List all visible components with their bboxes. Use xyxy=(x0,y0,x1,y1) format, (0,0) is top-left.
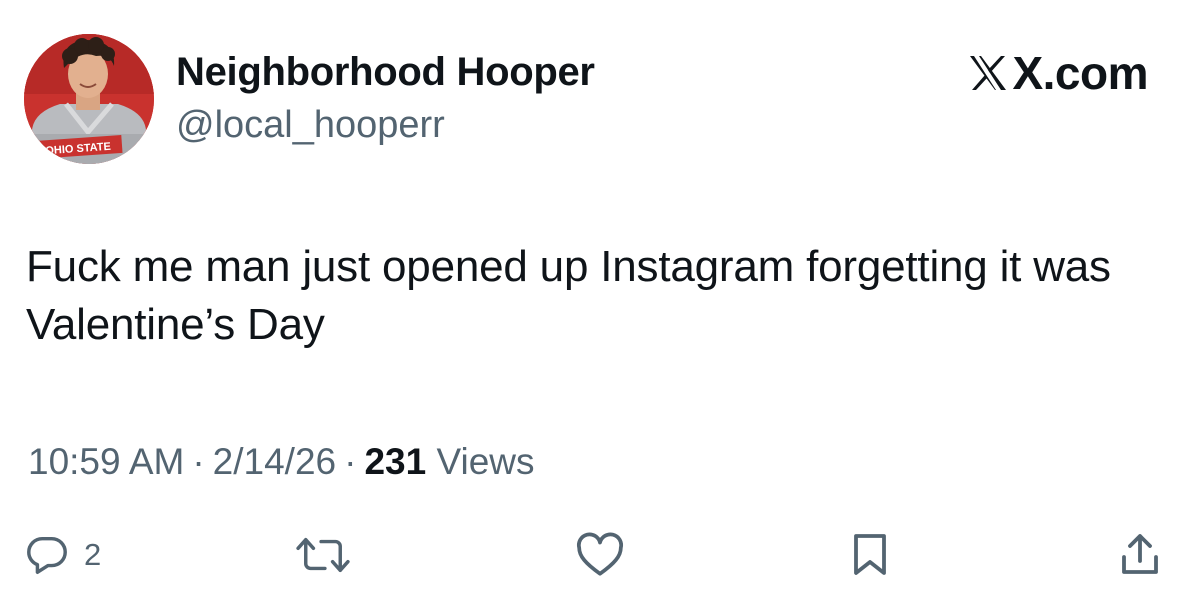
post-text: Fuck me man just opened up Instagram for… xyxy=(26,242,1111,349)
brand-text: X.com xyxy=(1012,47,1148,99)
views-count: 231 xyxy=(364,441,427,482)
post-time[interactable]: 10:59 AM xyxy=(28,441,184,482)
post-meta: 10:59 AM · 2/14/26 · 231 Views xyxy=(28,438,535,486)
post-date[interactable]: 2/14/26 xyxy=(213,441,336,482)
author-handle[interactable]: @local_hooperr xyxy=(176,101,445,149)
avatar[interactable]: OHIO STATE xyxy=(24,34,154,164)
views-label: Views xyxy=(436,441,535,482)
meta-separator: · xyxy=(192,441,205,482)
avatar-image: OHIO STATE xyxy=(24,34,154,164)
reply-icon xyxy=(27,536,67,574)
bookmark-button[interactable] xyxy=(850,530,890,580)
bookmark-icon xyxy=(854,534,886,575)
x-logo-icon xyxy=(970,56,1007,90)
share-button[interactable] xyxy=(1118,530,1162,580)
repost-button[interactable] xyxy=(294,530,352,580)
reply-count: 2 xyxy=(84,537,102,572)
share-icon xyxy=(1122,534,1158,574)
heart-icon xyxy=(576,532,624,576)
repost-icon xyxy=(296,537,350,573)
like-button[interactable] xyxy=(575,530,625,580)
reply-button[interactable]: 2 xyxy=(24,530,101,580)
author-display-name[interactable]: Neighborhood Hooper xyxy=(176,46,595,98)
meta-separator: · xyxy=(344,441,357,482)
brand-logo: X.com xyxy=(968,47,1148,99)
